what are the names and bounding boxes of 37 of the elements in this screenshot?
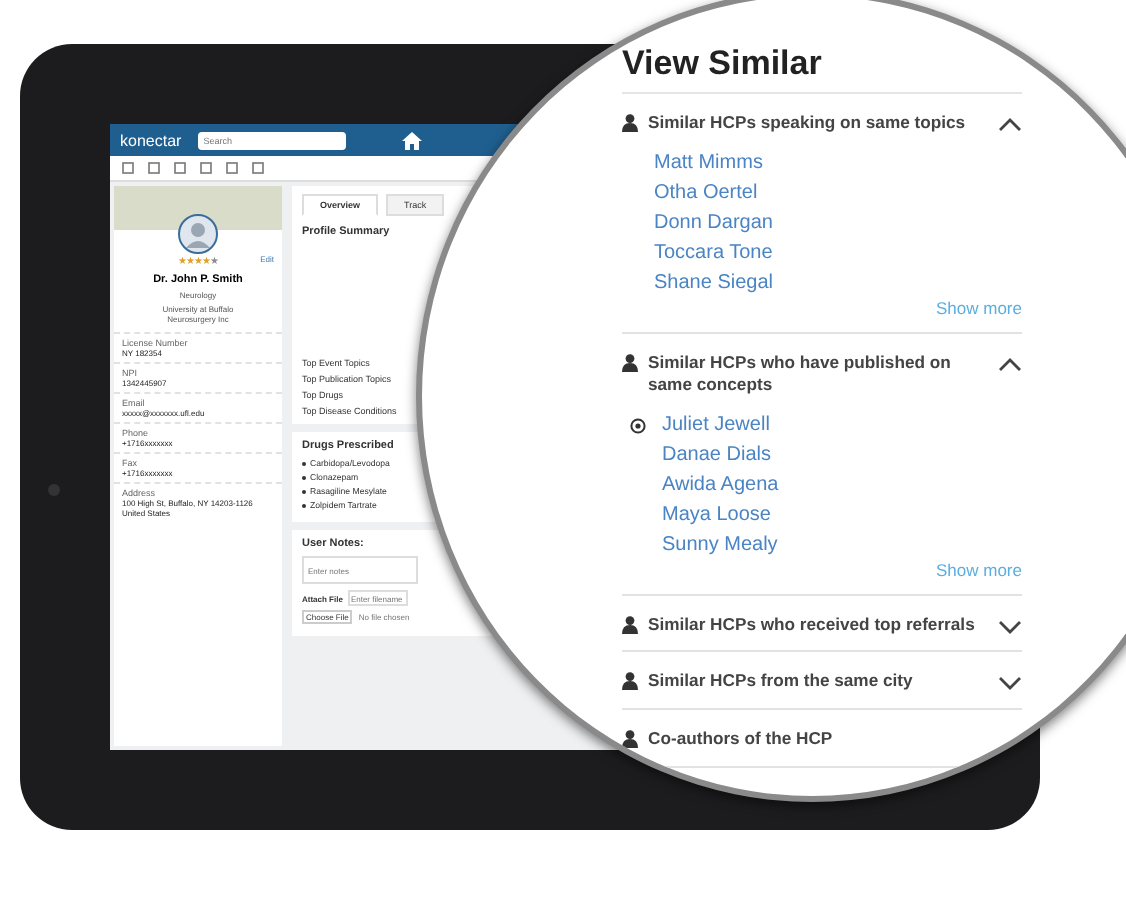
toolbar-icon[interactable] — [200, 162, 212, 174]
toolbar-icon[interactable] — [122, 162, 134, 174]
person-icon — [622, 353, 638, 372]
person-link[interactable]: Awida Agena — [662, 473, 779, 496]
toolbar-icon[interactable] — [148, 162, 160, 174]
app-logo: konectar — [120, 131, 182, 149]
section-heading[interactable]: Similar HCPs who received top referrals — [648, 613, 988, 637]
person-link[interactable]: Matt Mimms — [654, 151, 773, 174]
toolbar-icon[interactable] — [174, 162, 186, 174]
person-icon — [622, 672, 638, 691]
toolbar-icon[interactable] — [252, 162, 264, 174]
section-heading[interactable]: Similar HCPs speaking on same topics — [648, 112, 988, 136]
panel-title: View Similar — [622, 44, 1022, 94]
person-link[interactable]: Donn Dargan — [654, 211, 773, 234]
person-icon — [622, 729, 638, 748]
avatar-icon — [178, 214, 218, 254]
person-link[interactable]: Juliet Jewell — [662, 413, 779, 436]
toolbar-icon[interactable] — [226, 162, 238, 174]
person-link[interactable]: Otha Oertel — [654, 181, 773, 204]
chevron-icon[interactable] — [998, 619, 1022, 634]
chevron-icon[interactable] — [998, 118, 1022, 132]
person-link[interactable]: Maya Loose — [662, 503, 779, 526]
person-link[interactable]: Shane Siegal — [654, 271, 773, 294]
person-link[interactable]: Toccara Tone — [654, 241, 773, 264]
chevron-icon[interactable] — [998, 357, 1022, 372]
circle-icon — [630, 417, 646, 434]
home-icon[interactable] — [401, 131, 422, 149]
person-link[interactable]: Danae Dials — [662, 443, 779, 466]
person-icon — [622, 615, 638, 634]
section-heading[interactable]: Similar HCPs from the same city — [648, 670, 988, 694]
person-icon — [622, 114, 638, 132]
person-link[interactable]: Sunny Mealy — [662, 533, 779, 556]
chevron-icon[interactable] — [998, 676, 1022, 691]
section-heading[interactable]: Co-authors of the HCP — [648, 727, 1022, 752]
show-more-link[interactable]: Show more — [936, 559, 1022, 580]
show-more-link[interactable]: Show more — [936, 297, 1022, 318]
section-heading[interactable]: Similar HCPs who have published on same concepts — [648, 351, 988, 398]
